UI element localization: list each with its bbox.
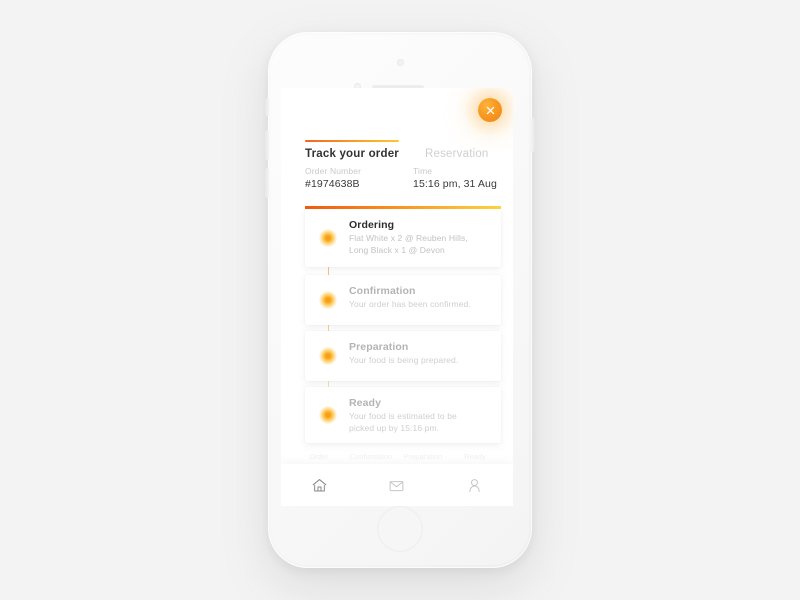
silent-switch[interactable] — [265, 98, 269, 116]
timeline-step-ordering[interactable]: Ordering Flat White x 2 @ Reuben Hills, L… — [305, 206, 501, 267]
home-button[interactable] — [377, 506, 423, 552]
tab-active-underline — [305, 140, 399, 142]
step-title: Confirmation — [349, 285, 416, 297]
time-label: Time — [413, 166, 433, 176]
step-description: Flat White x 2 @ Reuben Hills, Long Black… — [349, 233, 468, 255]
progress-label-confirmation: Confirmation — [349, 451, 393, 461]
step-description: Your order has been confirmed. — [349, 299, 471, 309]
power-button[interactable] — [531, 118, 535, 152]
timeline-step-confirmation[interactable]: Confirmation Your order has been confirm… — [305, 275, 501, 325]
nav-item-messages[interactable] — [358, 477, 435, 494]
close-button[interactable] — [478, 98, 502, 122]
progress-label-preparation: Preparation — [403, 451, 443, 461]
nav-item-profile[interactable] — [436, 477, 513, 494]
mail-icon — [390, 480, 404, 491]
timeline-step-ready[interactable]: Ready Your food is estimated to be picked… — [305, 387, 501, 443]
volume-up-button[interactable] — [265, 130, 269, 160]
progress-strip: Order Confirmation Preparation Ready — [281, 448, 513, 464]
order-number-value: #1974638B — [305, 178, 360, 190]
step-title: Ordering — [349, 219, 395, 231]
time-block: Time 15:16 pm, 31 Aug — [413, 166, 497, 190]
person-icon — [469, 478, 480, 492]
camera-icon — [396, 59, 404, 66]
step-description: Your food is estimated to be picked up by… — [349, 411, 457, 433]
step-title: Preparation — [349, 341, 409, 353]
step-content: Ordering Flat White x 2 @ Reuben Hills, L… — [349, 209, 501, 266]
order-status-timeline: Ordering Flat White x 2 @ Reuben Hills, L… — [305, 206, 501, 446]
tab-track-your-order[interactable]: Track your order — [305, 140, 399, 160]
close-icon — [486, 106, 494, 114]
step-content: Ready Your food is estimated to be picked… — [349, 387, 501, 444]
home-icon — [312, 478, 327, 492]
tab-reservation[interactable]: Reservation — [425, 140, 489, 160]
order-number-label: Order Number — [305, 166, 362, 176]
bottom-navigation — [281, 464, 513, 506]
timeline-step-preparation[interactable]: Preparation Your food is being prepared. — [305, 331, 501, 381]
progress-label-order: Order — [309, 451, 329, 461]
step-title: Ready — [349, 397, 382, 409]
step-dot-icon — [319, 229, 337, 247]
time-value: 15:16 pm, 31 Aug — [413, 178, 497, 190]
card-accent-bar — [305, 206, 501, 209]
app-screen: Track your order Reservation Order Numbe… — [281, 88, 513, 506]
volume-down-button[interactable] — [265, 168, 269, 198]
tab-bar: Track your order Reservation — [305, 140, 489, 160]
step-dot-icon — [319, 291, 337, 309]
step-dot-icon — [319, 347, 337, 365]
step-content: Confirmation Your order has been confirm… — [349, 275, 501, 321]
progress-label-ready: Ready — [464, 451, 486, 461]
nav-item-home[interactable] — [281, 477, 358, 494]
tab-label: Track your order — [305, 148, 399, 160]
order-number-block: Order Number #1974638B — [305, 166, 383, 190]
step-description: Your food is being prepared. — [349, 355, 459, 365]
order-meta: Order Number #1974638B Time 15:16 pm, 31… — [305, 166, 497, 190]
step-content: Preparation Your food is being prepared. — [349, 331, 501, 377]
step-dot-icon — [319, 406, 337, 424]
tab-label: Reservation — [424, 148, 489, 160]
